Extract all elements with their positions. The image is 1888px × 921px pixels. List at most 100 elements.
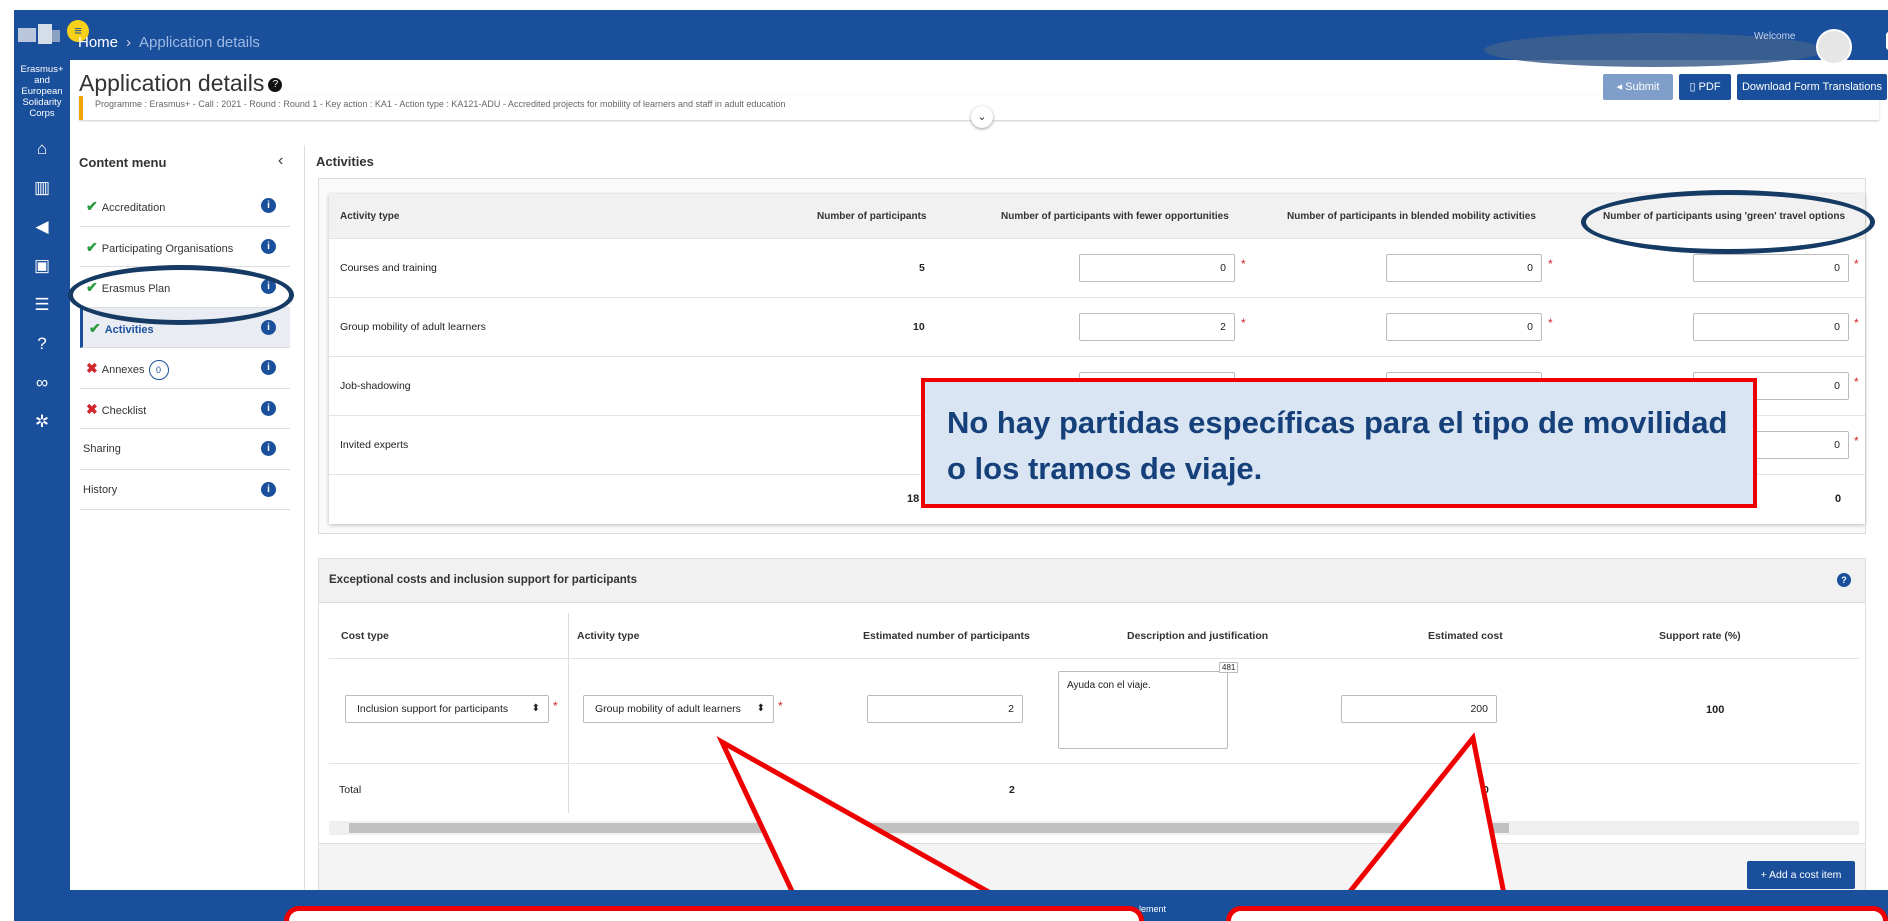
menu-item-participating-organisations[interactable]: ✔ Participating Organisations i — [80, 227, 290, 267]
error-x-icon: ✖ — [86, 400, 98, 417]
required-marker: * — [1854, 434, 1859, 448]
callout-box-right — [1226, 906, 1888, 921]
menu-item-history[interactable]: History i — [80, 470, 290, 510]
top-bar: ≡ Home › Application details Welcome — [14, 10, 1888, 67]
char-counter: 481 — [1219, 662, 1239, 673]
help-icon[interactable]: ? — [268, 77, 283, 92]
home-icon[interactable]: ⌂ — [14, 129, 70, 168]
server-icon[interactable]: ☰ — [14, 285, 70, 324]
breadcrumb-home[interactable]: Home — [78, 34, 118, 51]
estimated-participants-input[interactable]: 2 — [867, 695, 1023, 723]
required-marker: * — [1241, 257, 1246, 271]
fewer-opportunities-input[interactable]: 0 — [1079, 254, 1235, 282]
programme-brand: Erasmus+ and European Solidarity Corps — [20, 64, 64, 119]
activity-type-cell: Job-shadowing — [340, 380, 411, 392]
pdf-button[interactable]: ▯ PDF — [1679, 74, 1731, 100]
required-marker: * — [1241, 316, 1246, 330]
cost-type-select[interactable]: Inclusion support for participants ⬍ — [345, 695, 549, 723]
count-badge: 0 — [148, 360, 169, 380]
submit-button[interactable]: ◂ Submit — [1603, 74, 1673, 100]
column-header: Estimated cost — [1428, 630, 1503, 642]
left-nav-rail: Erasmus+ and European Solidarity Corps ⌂ ▥ ◀… — [14, 60, 70, 890]
total-green: 0 — [1835, 493, 1842, 505]
select-arrow-icon: ⬍ — [531, 703, 540, 714]
help-icon[interactable]: ? — [1837, 573, 1851, 587]
total-estimated-participants: 2 — [1009, 784, 1015, 796]
column-header: Activity type — [577, 630, 640, 642]
participants-cell: 5 — [919, 262, 925, 274]
info-icon[interactable]: i — [261, 441, 276, 456]
activity-type-cell: Invited experts — [340, 439, 409, 451]
check-icon: ✔ — [86, 198, 98, 214]
required-marker: * — [1854, 316, 1859, 330]
footer-text: lement — [1139, 904, 1167, 914]
info-icon[interactable]: i — [261, 238, 276, 254]
green-travel-input[interactable]: 0 — [1693, 254, 1849, 282]
fewer-opportunities-input[interactable]: 2 — [1079, 313, 1235, 341]
content-menu: ✔ Accreditation i ✔ Participating Organisat… — [80, 186, 290, 510]
info-icon[interactable]: i — [261, 360, 276, 375]
total-label: Total — [339, 784, 362, 796]
menu-item-annexes[interactable]: ✖ Annexes 0 i — [80, 348, 290, 389]
code-file-icon[interactable]: ▣ — [14, 246, 70, 285]
activities-title: Activities — [316, 154, 374, 169]
vertical-divider — [304, 145, 305, 890]
info-icon[interactable]: i — [261, 400, 276, 416]
avatar[interactable] — [1816, 29, 1852, 65]
breadcrumb: Home › Application details — [78, 34, 260, 51]
green-travel-input[interactable]: 0 — [1693, 313, 1849, 341]
gears-icon[interactable]: ✲ — [14, 402, 70, 441]
participants-cell: 10 — [913, 321, 925, 333]
highlight-ellipse-erasmus-plan — [68, 265, 294, 325]
column-header: Number of participants with fewer opport… — [1001, 211, 1229, 222]
highlight-ellipse-green-travel — [1581, 190, 1875, 254]
menu-item-sharing[interactable]: Sharing i — [80, 429, 290, 470]
bank-icon[interactable]: ▥ — [14, 168, 70, 207]
help-icon[interactable]: ? — [14, 324, 70, 363]
blended-mobility-input[interactable]: 0 — [1386, 313, 1542, 341]
exceptional-costs-title: Exceptional costs and inclusion support … — [329, 574, 637, 586]
column-divider — [568, 613, 569, 813]
chevron-down-icon[interactable]: ⌄ — [971, 106, 993, 128]
column-header: Support rate (%) — [1659, 630, 1741, 642]
total-estimated-cost: 0 — [1483, 784, 1489, 796]
welcome-text: Welcome — [1754, 31, 1796, 42]
description-textarea[interactable]: Ayuda con el viaje. — [1058, 671, 1228, 749]
required-marker: * — [1548, 316, 1553, 330]
info-icon[interactable]: i — [261, 481, 276, 497]
menu-item-accreditation[interactable]: ✔ Accreditation i — [80, 186, 290, 227]
app-root: ≡ Home › Application details Welcome Erasm… — [0, 0, 1888, 921]
annotation-callout: No hay partidas específicas para el tipo… — [921, 378, 1757, 508]
blended-mobility-input[interactable]: 0 — [1386, 254, 1542, 282]
estimated-cost-input[interactable]: 200 — [1341, 695, 1497, 723]
column-header: Number of participants in blended mobili… — [1287, 211, 1536, 222]
row-divider — [329, 658, 1859, 659]
info-icon[interactable]: i — [261, 319, 276, 335]
required-marker: * — [1548, 257, 1553, 271]
panel-footer — [319, 843, 1865, 891]
required-marker: * — [1854, 375, 1859, 389]
breadcrumb-current: Application details — [139, 34, 260, 51]
activity-type-select[interactable]: Group mobility of adult learners ⬍ — [583, 695, 774, 723]
add-cost-item-button[interactable]: + Add a cost item — [1747, 861, 1855, 889]
column-header: Estimated number of participants — [863, 630, 1030, 642]
horizontal-scrollbar[interactable] — [329, 821, 1859, 835]
info-icon[interactable]: i — [261, 198, 276, 213]
required-marker: * — [778, 699, 783, 713]
required-marker: * — [553, 699, 558, 713]
download-translations-button[interactable]: Download Form Translations — [1737, 74, 1887, 100]
menu-item-checklist[interactable]: ✖ Checklist i — [80, 389, 290, 429]
column-header: Number of participants — [817, 211, 927, 222]
content-menu-title: Content menu — [79, 155, 167, 170]
required-marker: * — [1854, 257, 1859, 271]
activity-type-cell: Courses and training — [340, 262, 437, 274]
row-divider — [329, 763, 1859, 764]
programme-info-text: Programme : Erasmus+ - Call : 2021 - Rou… — [95, 99, 786, 109]
scrollbar-thumb[interactable] — [349, 823, 1509, 833]
megaphone-icon[interactable]: ◀ — [14, 207, 70, 246]
link-icon[interactable]: ∞ — [14, 363, 70, 402]
collapse-menu-icon[interactable]: ‹ — [278, 152, 283, 170]
exceptional-costs-header: Exceptional costs and inclusion support … — [319, 559, 1865, 603]
total-participants: 18 — [907, 493, 920, 505]
table-row: Group mobility of adult learners 10 2 * 0… — [329, 297, 1865, 356]
